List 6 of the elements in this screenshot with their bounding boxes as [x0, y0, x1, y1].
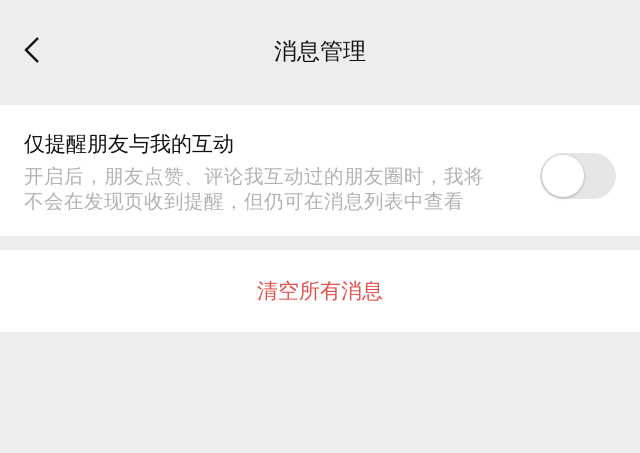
setting-title: 仅提醒朋友与我的互动 [24, 131, 235, 158]
toggle-switch[interactable] [540, 153, 616, 199]
back-icon [24, 37, 39, 63]
page-title: 消息管理 [274, 38, 366, 68]
setting-description: 开启后，朋友点赞、评论我互动过的朋友圈时，我将不会在发现页收到提醒，但仍可在消息列表中查看 [24, 164, 485, 214]
clear-messages-button[interactable]: 清空所有消息 [251, 274, 389, 308]
